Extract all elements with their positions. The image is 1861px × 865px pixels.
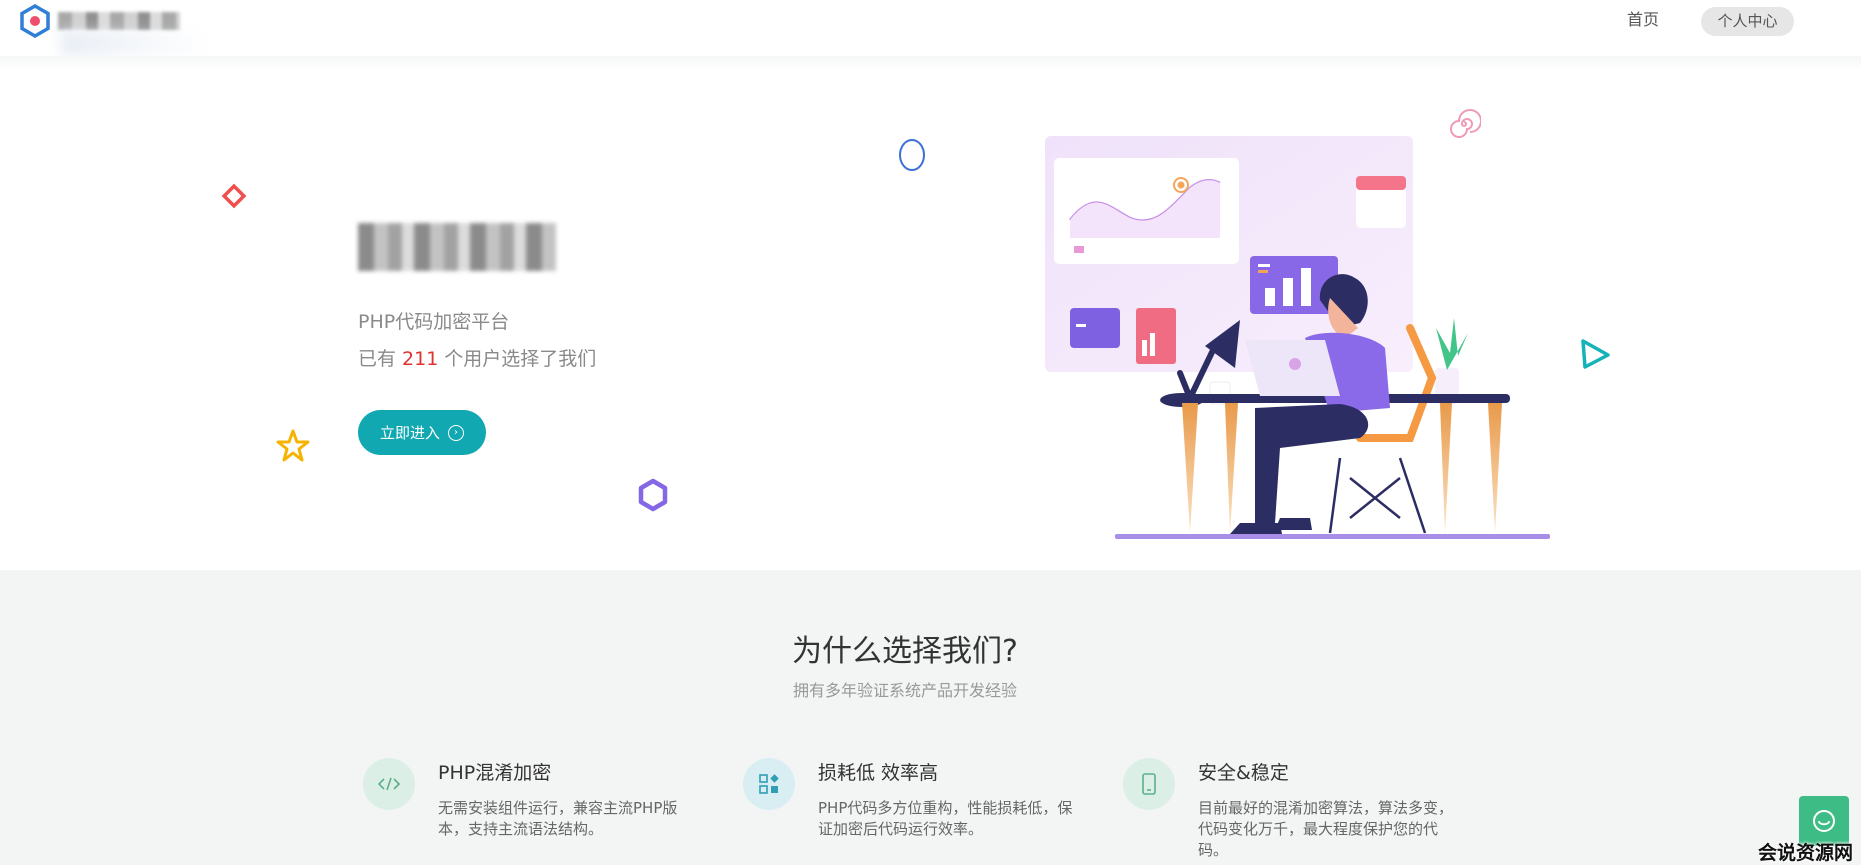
yellow-star-shape [276, 429, 310, 462]
enter-button[interactable]: 立即进入 › [358, 410, 486, 455]
hero-title-blurred [358, 223, 556, 271]
users-prefix: 已有 [358, 348, 397, 370]
feature-title: 安全&稳定 [1198, 762, 1289, 784]
arrow-right-circle-icon: › [448, 424, 464, 441]
blue-oval-shape [899, 139, 925, 171]
feature-description: 目前最好的混淆加密算法，算法多变，代码变化万千，最大程度保护您的代码。 [1198, 799, 1454, 859]
users-count: 211 [402, 348, 439, 370]
enter-button-label: 立即进入 [379, 424, 440, 442]
top-header: 首页 个人中心 [0, 0, 1861, 57]
features-section: 为什么选择我们? 拥有多年验证系统产品开发经验 PHP混淆加密 无需安装组件运行… [0, 570, 1861, 865]
logo-glow [60, 30, 210, 56]
person-at-desk-illustration [1045, 136, 1550, 539]
why-choose-us-title: 为什么选择我们? [792, 634, 1018, 669]
feature-title: 损耗低 效率高 [818, 762, 939, 784]
chat-bubble-icon [1813, 810, 1835, 832]
why-choose-us-subtitle: 拥有多年验证系统产品开发经验 [792, 681, 1017, 700]
brand-name-blurred [58, 12, 180, 30]
site-watermark: 会说资源网 [1758, 842, 1854, 864]
hero-subtitle: PHP代码加密平台 [358, 311, 510, 333]
hero-section [0, 70, 1861, 570]
feature-description: 无需安装组件运行，兼容主流PHP版本，支持主流语法结构。 [438, 799, 678, 838]
teal-triangle-shape [1581, 339, 1610, 369]
nav-home-link[interactable]: 首页 [1627, 8, 1659, 32]
grid-blocks-icon [743, 758, 795, 810]
feature-description: PHP代码多方位重构，性能损耗低，保证加密后代码运行效率。 [818, 799, 1073, 838]
site-logo-icon[interactable] [20, 4, 50, 38]
code-icon [363, 758, 415, 810]
phone-icon [1123, 758, 1175, 810]
purple-hexagon-shape [638, 478, 668, 512]
user-count-line: 已有 211 个用户选择了我们 [358, 344, 596, 371]
feature-title: PHP混淆加密 [438, 762, 552, 784]
red-diamond-shape [221, 183, 247, 209]
header-divider [0, 56, 1861, 70]
nav-user-center-button[interactable]: 个人中心 [1701, 7, 1794, 36]
users-suffix: 个用户选择了我们 [444, 348, 597, 370]
